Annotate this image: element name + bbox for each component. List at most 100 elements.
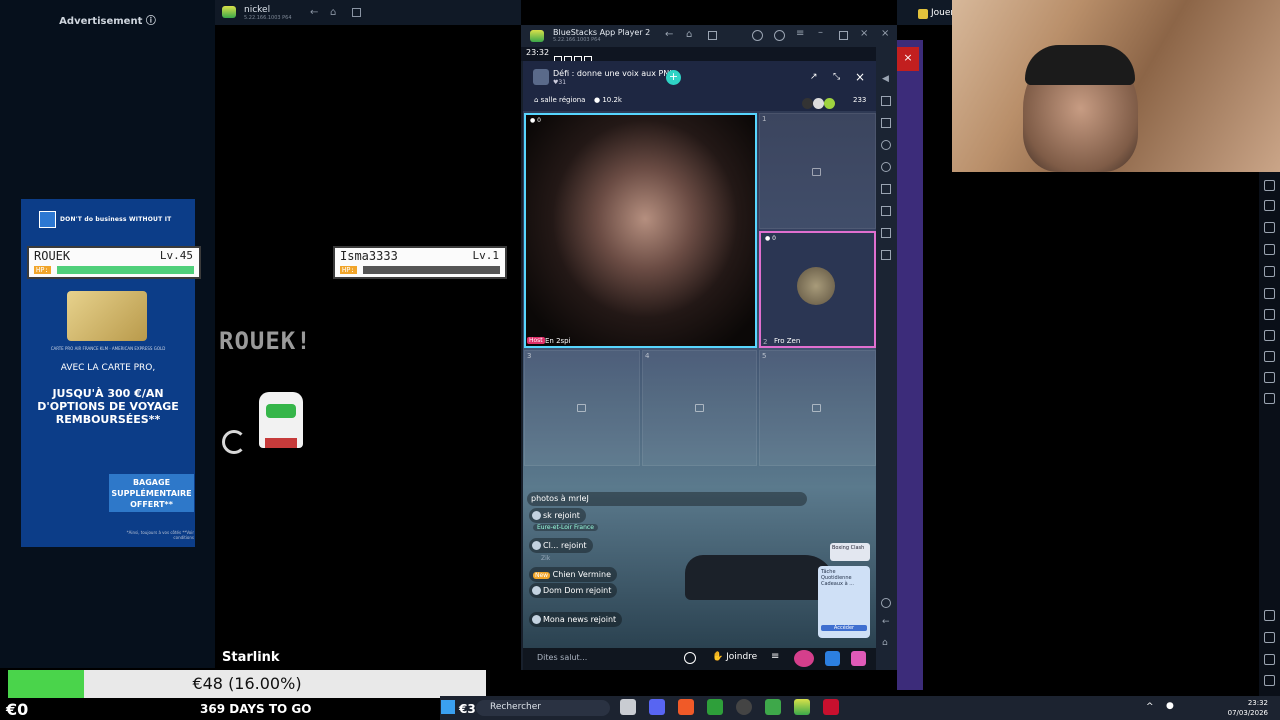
home-icon[interactable]: ⌂ bbox=[330, 7, 336, 18]
media-player-icon[interactable] bbox=[823, 699, 839, 715]
notepad-icon[interactable] bbox=[765, 699, 781, 715]
rs-icon-11[interactable] bbox=[1264, 393, 1275, 404]
app-icon[interactable] bbox=[707, 699, 723, 715]
rs-icon-13[interactable] bbox=[1264, 632, 1275, 643]
bs-home-icon[interactable]: ⌂ bbox=[686, 29, 692, 40]
room-menu-icon[interactable]: ≡ bbox=[771, 651, 779, 662]
euro-total: €0 bbox=[6, 700, 29, 719]
bs-tabs-icon[interactable] bbox=[708, 31, 717, 40]
obs-icon[interactable] bbox=[736, 699, 752, 715]
taskbar-clock-date[interactable]: 07/03/2026 bbox=[1220, 709, 1268, 717]
rs-icon-9[interactable] bbox=[1264, 351, 1275, 362]
boxing-clash-banner[interactable]: Boxing Clash bbox=[830, 543, 870, 561]
bluestacks-taskbar-icon[interactable] bbox=[794, 699, 810, 715]
taskbar-clock-time[interactable]: 23:32 bbox=[1228, 699, 1268, 707]
daily-task-button[interactable]: Accéder bbox=[821, 625, 867, 631]
rs-icon-12[interactable] bbox=[1264, 610, 1275, 621]
bs-side-back-icon[interactable]: ← bbox=[882, 617, 890, 627]
enemy-hp-box: Isma3333 Lv.1 HP: bbox=[333, 246, 507, 279]
enemy-hp-bar bbox=[363, 266, 500, 274]
tabs-icon[interactable] bbox=[352, 8, 361, 17]
bs-back-icon[interactable]: ← bbox=[665, 29, 673, 40]
tray-chevron-icon[interactable]: ^ bbox=[1146, 702, 1154, 712]
mic-icon[interactable]: ● bbox=[1166, 701, 1174, 711]
emoji-icon[interactable] bbox=[684, 652, 696, 664]
jouer-label[interactable]: Jouer bbox=[931, 8, 954, 18]
rs-icon-6[interactable] bbox=[1264, 288, 1275, 299]
ad-cta-button[interactable]: BAGAGE SUPPLÉMENTAIRE OFFERT** bbox=[109, 474, 194, 512]
streamer-cap bbox=[1025, 45, 1135, 85]
discord-icon[interactable] bbox=[649, 699, 665, 715]
rs-icon-2[interactable] bbox=[1264, 200, 1275, 211]
bs-maximize-icon[interactable] bbox=[839, 31, 848, 40]
share-icon[interactable]: ↗ bbox=[810, 72, 818, 82]
bs-volume-icon[interactable]: ◀ bbox=[882, 74, 889, 84]
chat-text: rejoint bbox=[560, 541, 587, 550]
bs-screenshot-icon[interactable] bbox=[881, 228, 891, 238]
chat-user: Mona news bbox=[543, 615, 589, 624]
bs-minimize-icon[interactable]: – bbox=[818, 27, 823, 38]
rs-icon-1[interactable] bbox=[1264, 180, 1275, 191]
back-icon[interactable]: ← bbox=[310, 7, 318, 18]
rs-icon-7[interactable] bbox=[1264, 309, 1275, 320]
bs-keyboard-icon[interactable] bbox=[881, 118, 891, 128]
bs-macro-icon[interactable] bbox=[881, 184, 891, 194]
event-icon[interactable] bbox=[825, 651, 840, 666]
seat-1-number: 1 bbox=[762, 115, 767, 123]
game-icon bbox=[918, 9, 928, 19]
rs-icon-10[interactable] bbox=[1264, 372, 1275, 383]
credit-card-image bbox=[67, 291, 147, 341]
viewer-avatars[interactable] bbox=[802, 94, 848, 109]
gift-icon[interactable] bbox=[851, 651, 866, 666]
rs-icon-14[interactable] bbox=[1264, 654, 1275, 665]
rs-icon-8[interactable] bbox=[1264, 330, 1275, 341]
bs-sidebar-close-icon[interactable]: × bbox=[881, 28, 889, 39]
chat-text: rejoint bbox=[585, 586, 612, 595]
follow-room-button[interactable]: + bbox=[666, 70, 681, 85]
minimize-room-icon[interactable]: ⤡ bbox=[833, 72, 840, 82]
viewer-count[interactable]: 233 bbox=[853, 96, 866, 104]
rs-icon-5[interactable] bbox=[1264, 266, 1275, 277]
bs-screen-icon[interactable] bbox=[881, 96, 891, 106]
desktop-edge bbox=[897, 40, 923, 690]
taskbar-search-label: Rechercher bbox=[490, 702, 541, 712]
overlay-close-icon[interactable]: × bbox=[897, 47, 919, 71]
chat-avatar bbox=[532, 511, 541, 520]
ad-headline: JUSQU'À 300 €/AN D'OPTIONS DE VOYAGE REM… bbox=[37, 387, 179, 426]
chat-avatar bbox=[532, 615, 541, 624]
join-button[interactable]: ✋ Joindre bbox=[712, 652, 757, 662]
bs-side-home-icon[interactable]: ⌂ bbox=[882, 638, 888, 648]
ad-fine-print: *Ainsi, toujours à vos côtés **Voir cond… bbox=[126, 530, 194, 540]
rs-icon-15[interactable] bbox=[1264, 675, 1275, 686]
nickel-subtitle: 5.22.166.1003 P64 bbox=[244, 15, 292, 21]
file-explorer-icon[interactable] bbox=[620, 699, 636, 715]
close-room-icon[interactable]: × bbox=[855, 70, 865, 84]
bs-rotate-icon[interactable] bbox=[881, 140, 891, 150]
bs-location-icon[interactable] bbox=[881, 250, 891, 260]
seat-1-lock-icon bbox=[812, 168, 821, 176]
bs-menu-icon[interactable]: ≡ bbox=[796, 28, 804, 39]
rs-icon-4[interactable] bbox=[1264, 244, 1275, 255]
bs-record-icon[interactable] bbox=[881, 206, 891, 216]
seat-2-coins-value: 0 bbox=[772, 235, 776, 242]
bs-gamepad-icon[interactable] bbox=[881, 162, 891, 172]
android-status-time: 23:32 bbox=[526, 48, 550, 57]
bs-close-icon[interactable]: × bbox=[860, 28, 868, 39]
brave-icon[interactable] bbox=[678, 699, 694, 715]
bs-settings-icon[interactable] bbox=[881, 598, 891, 608]
seat-5-number: 5 bbox=[762, 352, 767, 360]
rs-icon-3[interactable] bbox=[1264, 222, 1275, 233]
room-avatar[interactable] bbox=[533, 69, 549, 85]
daily-task-panel[interactable]: Tâche Quotidienne Cadeaux à ... Accéder bbox=[818, 566, 870, 638]
chat-input[interactable]: Dites salut... bbox=[537, 653, 587, 662]
host-camera-tile[interactable] bbox=[524, 113, 757, 348]
chat-sub-2: Zik bbox=[541, 555, 551, 562]
windows-start-icon[interactable] bbox=[441, 700, 455, 714]
seat-2-avatar bbox=[797, 267, 835, 305]
game-bubble-icon[interactable] bbox=[794, 650, 814, 667]
host-tag: Host bbox=[527, 337, 545, 344]
bs-help-icon[interactable] bbox=[774, 30, 785, 41]
join-label: Joindre bbox=[726, 652, 758, 662]
bs-account-icon[interactable] bbox=[752, 30, 763, 41]
battle-text: ROUEK! bbox=[219, 327, 312, 355]
